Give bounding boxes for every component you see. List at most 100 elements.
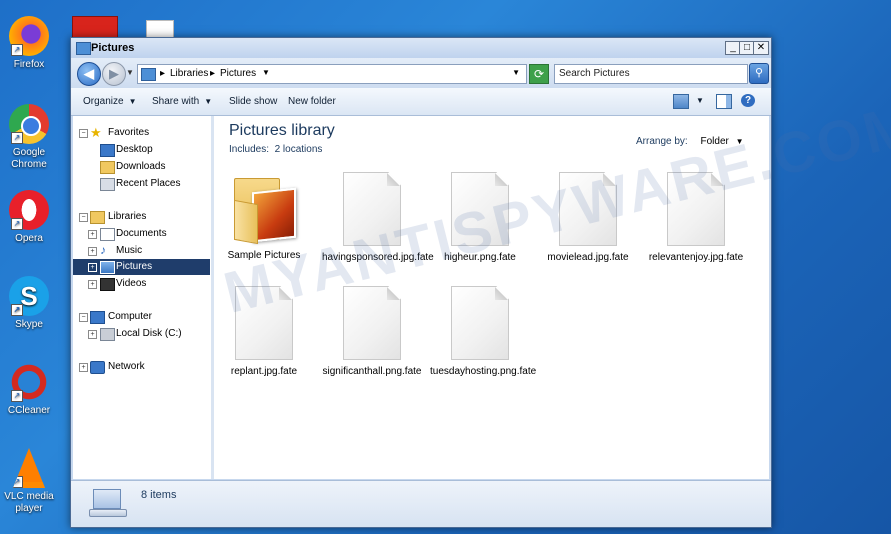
breadcrumb[interactable]: ▸ Libraries ▸ Pictures ▼ ▼	[137, 64, 527, 84]
tree-item-local-disk[interactable]: + Local Disk (C:)	[73, 326, 210, 342]
breadcrumb-separator-icon[interactable]: ▸	[160, 68, 165, 79]
desktop-icon-chrome[interactable]: ↗ Google Chrome	[0, 104, 58, 171]
expand-icon[interactable]: +	[88, 330, 97, 339]
list-item[interactable]: movielead.jpg.fate	[538, 172, 638, 263]
arrange-by-dropdown[interactable]: Folder ▼	[700, 136, 743, 147]
tree-label: Pictures	[116, 261, 153, 272]
share-with-button[interactable]: Share with ▼	[152, 96, 212, 107]
arrange-by-label: Arrange by:	[636, 136, 688, 147]
tree-item-desktop[interactable]: Desktop	[73, 142, 210, 158]
change-view-icon[interactable]	[673, 94, 689, 109]
file-name: movielead.jpg.fate	[547, 252, 629, 263]
blank-file-icon	[235, 286, 293, 360]
file-name: havingsponsored.jpg.fate	[322, 252, 434, 263]
organize-button[interactable]: Organize ▼	[83, 96, 137, 107]
recent-places-icon	[100, 178, 115, 191]
tree-item-pictures[interactable]: + Pictures	[73, 259, 210, 275]
collapse-icon[interactable]: −	[79, 129, 88, 138]
refresh-button[interactable]: ⟳	[529, 64, 549, 84]
desktop-icon-label: CCleaner	[7, 405, 51, 416]
tree-item-documents[interactable]: + Documents	[73, 226, 210, 242]
search-input[interactable]: Search Pictures	[554, 64, 748, 84]
network-icon	[90, 361, 105, 374]
expand-icon[interactable]: +	[88, 263, 97, 272]
tree-label: Local Disk (C:)	[116, 328, 182, 339]
search-icon[interactable]: ⚲	[749, 63, 769, 84]
tree-item-videos[interactable]: + Videos	[73, 276, 210, 292]
documents-icon	[100, 228, 115, 241]
tree-item-libraries[interactable]: − Libraries	[73, 209, 210, 225]
tree-label: Videos	[116, 278, 147, 289]
tree-item-computer[interactable]: − Computer	[73, 309, 210, 325]
help-icon[interactable]: ?	[741, 94, 755, 107]
tree-label: Desktop	[116, 144, 153, 155]
tree-item-music[interactable]: + ♪ Music	[73, 243, 210, 259]
forward-button[interactable]: ▶	[102, 62, 126, 86]
tree-item-recent-places[interactable]: Recent Places	[73, 176, 210, 192]
desktop-icon-label: Skype	[15, 319, 43, 330]
content-pane: Pictures library Includes: 2 locations A…	[214, 116, 769, 479]
expand-icon[interactable]: +	[88, 230, 97, 239]
computer-icon	[90, 311, 105, 324]
tree-label: Documents	[116, 228, 167, 239]
address-history-dropdown-icon[interactable]: ▼	[512, 68, 520, 77]
file-name: replant.jpg.fate	[230, 366, 298, 377]
collapse-icon[interactable]: −	[79, 213, 88, 222]
list-item[interactable]: significanthall.png.fate	[322, 286, 422, 377]
address-bar: ◀ ▶ ▼ ▸ Libraries ▸ Pictures ▼ ▼ ⟳ Searc…	[71, 58, 771, 88]
chevron-down-icon: ▼	[128, 97, 137, 106]
file-name: higheur.png.fate	[444, 252, 516, 263]
list-item[interactable]: replant.jpg.fate	[214, 286, 314, 377]
list-item[interactable]: tuesdayhosting.png.fate	[430, 286, 536, 377]
preview-pane-icon[interactable]	[716, 94, 732, 109]
list-item[interactable]: Sample Pictures	[214, 172, 314, 261]
breadcrumb-pictures[interactable]: Pictures	[220, 68, 256, 79]
list-item[interactable]: relevantenjoy.jpg.fate	[646, 172, 746, 263]
window-title: Pictures	[91, 42, 135, 54]
close-button[interactable]: ✕	[753, 41, 769, 55]
music-icon: ♪	[100, 243, 106, 257]
breadcrumb-separator-icon[interactable]: ▼	[262, 68, 270, 77]
list-item[interactable]: havingsponsored.jpg.fate	[322, 172, 434, 263]
desktop-icon-vlc[interactable]: ↗ VLC media player	[0, 448, 58, 515]
file-name: Sample Pictures	[227, 250, 301, 261]
desktop-icon-label: VLC media player	[4, 491, 54, 514]
expand-icon[interactable]: +	[88, 247, 97, 256]
star-icon: ★	[90, 125, 102, 140]
page-title: Pictures library	[229, 122, 335, 139]
desktop-icon-ccleaner[interactable]: ↗ CCleaner	[0, 362, 58, 417]
breadcrumb-separator-icon[interactable]: ▸	[210, 68, 215, 79]
navigation-pane: − ★ Favorites Desktop Downloads Recent P…	[73, 116, 214, 479]
file-name: significanthall.png.fate	[322, 366, 422, 377]
expand-icon[interactable]: +	[79, 363, 88, 372]
view-options-dropdown-icon[interactable]: ▼	[696, 96, 704, 105]
skype-icon: S ↗	[9, 276, 49, 316]
back-button[interactable]: ◀	[77, 62, 101, 86]
tree-label: Music	[116, 245, 143, 256]
share-with-label: Share with	[152, 96, 200, 107]
list-item[interactable]: higheur.png.fate	[430, 172, 530, 263]
tree-item-favorites[interactable]: − ★ Favorites	[73, 125, 210, 141]
expand-icon[interactable]: +	[88, 280, 97, 289]
desktop-icon-firefox[interactable]: ↗ Firefox	[0, 16, 58, 71]
library-includes: Includes: 2 locations	[229, 144, 322, 155]
ccleaner-icon: ↗	[9, 362, 49, 402]
blank-file-icon	[451, 286, 509, 360]
breadcrumb-libraries[interactable]: Libraries	[170, 68, 208, 79]
file-name: relevantenjoy.jpg.fate	[648, 252, 744, 263]
explorer-window: Pictures _ □ ✕ ◀ ▶ ▼ ▸ Libraries ▸ Pictu…	[70, 37, 772, 528]
recent-pages-dropdown-icon[interactable]: ▼	[126, 68, 134, 77]
includes-link[interactable]: 2 locations	[275, 144, 323, 155]
slide-show-button[interactable]: Slide show	[229, 96, 277, 107]
desktop-icon-label: Firefox	[13, 59, 45, 70]
collapse-icon[interactable]: −	[79, 313, 88, 322]
tree-item-network[interactable]: + Network	[73, 359, 210, 375]
desktop-icon-opera[interactable]: ↗ Opera	[0, 190, 58, 245]
tree-label: Computer	[108, 311, 152, 322]
desktop-icon-skype[interactable]: S ↗ Skype	[0, 276, 58, 331]
command-bar: Organize ▼ Share with ▼ Slide show New fol…	[71, 88, 771, 116]
title-bar[interactable]: Pictures _ □ ✕	[71, 38, 771, 58]
folder-icon	[232, 172, 296, 245]
tree-item-downloads[interactable]: Downloads	[73, 159, 210, 175]
new-folder-button[interactable]: New folder	[288, 96, 336, 107]
